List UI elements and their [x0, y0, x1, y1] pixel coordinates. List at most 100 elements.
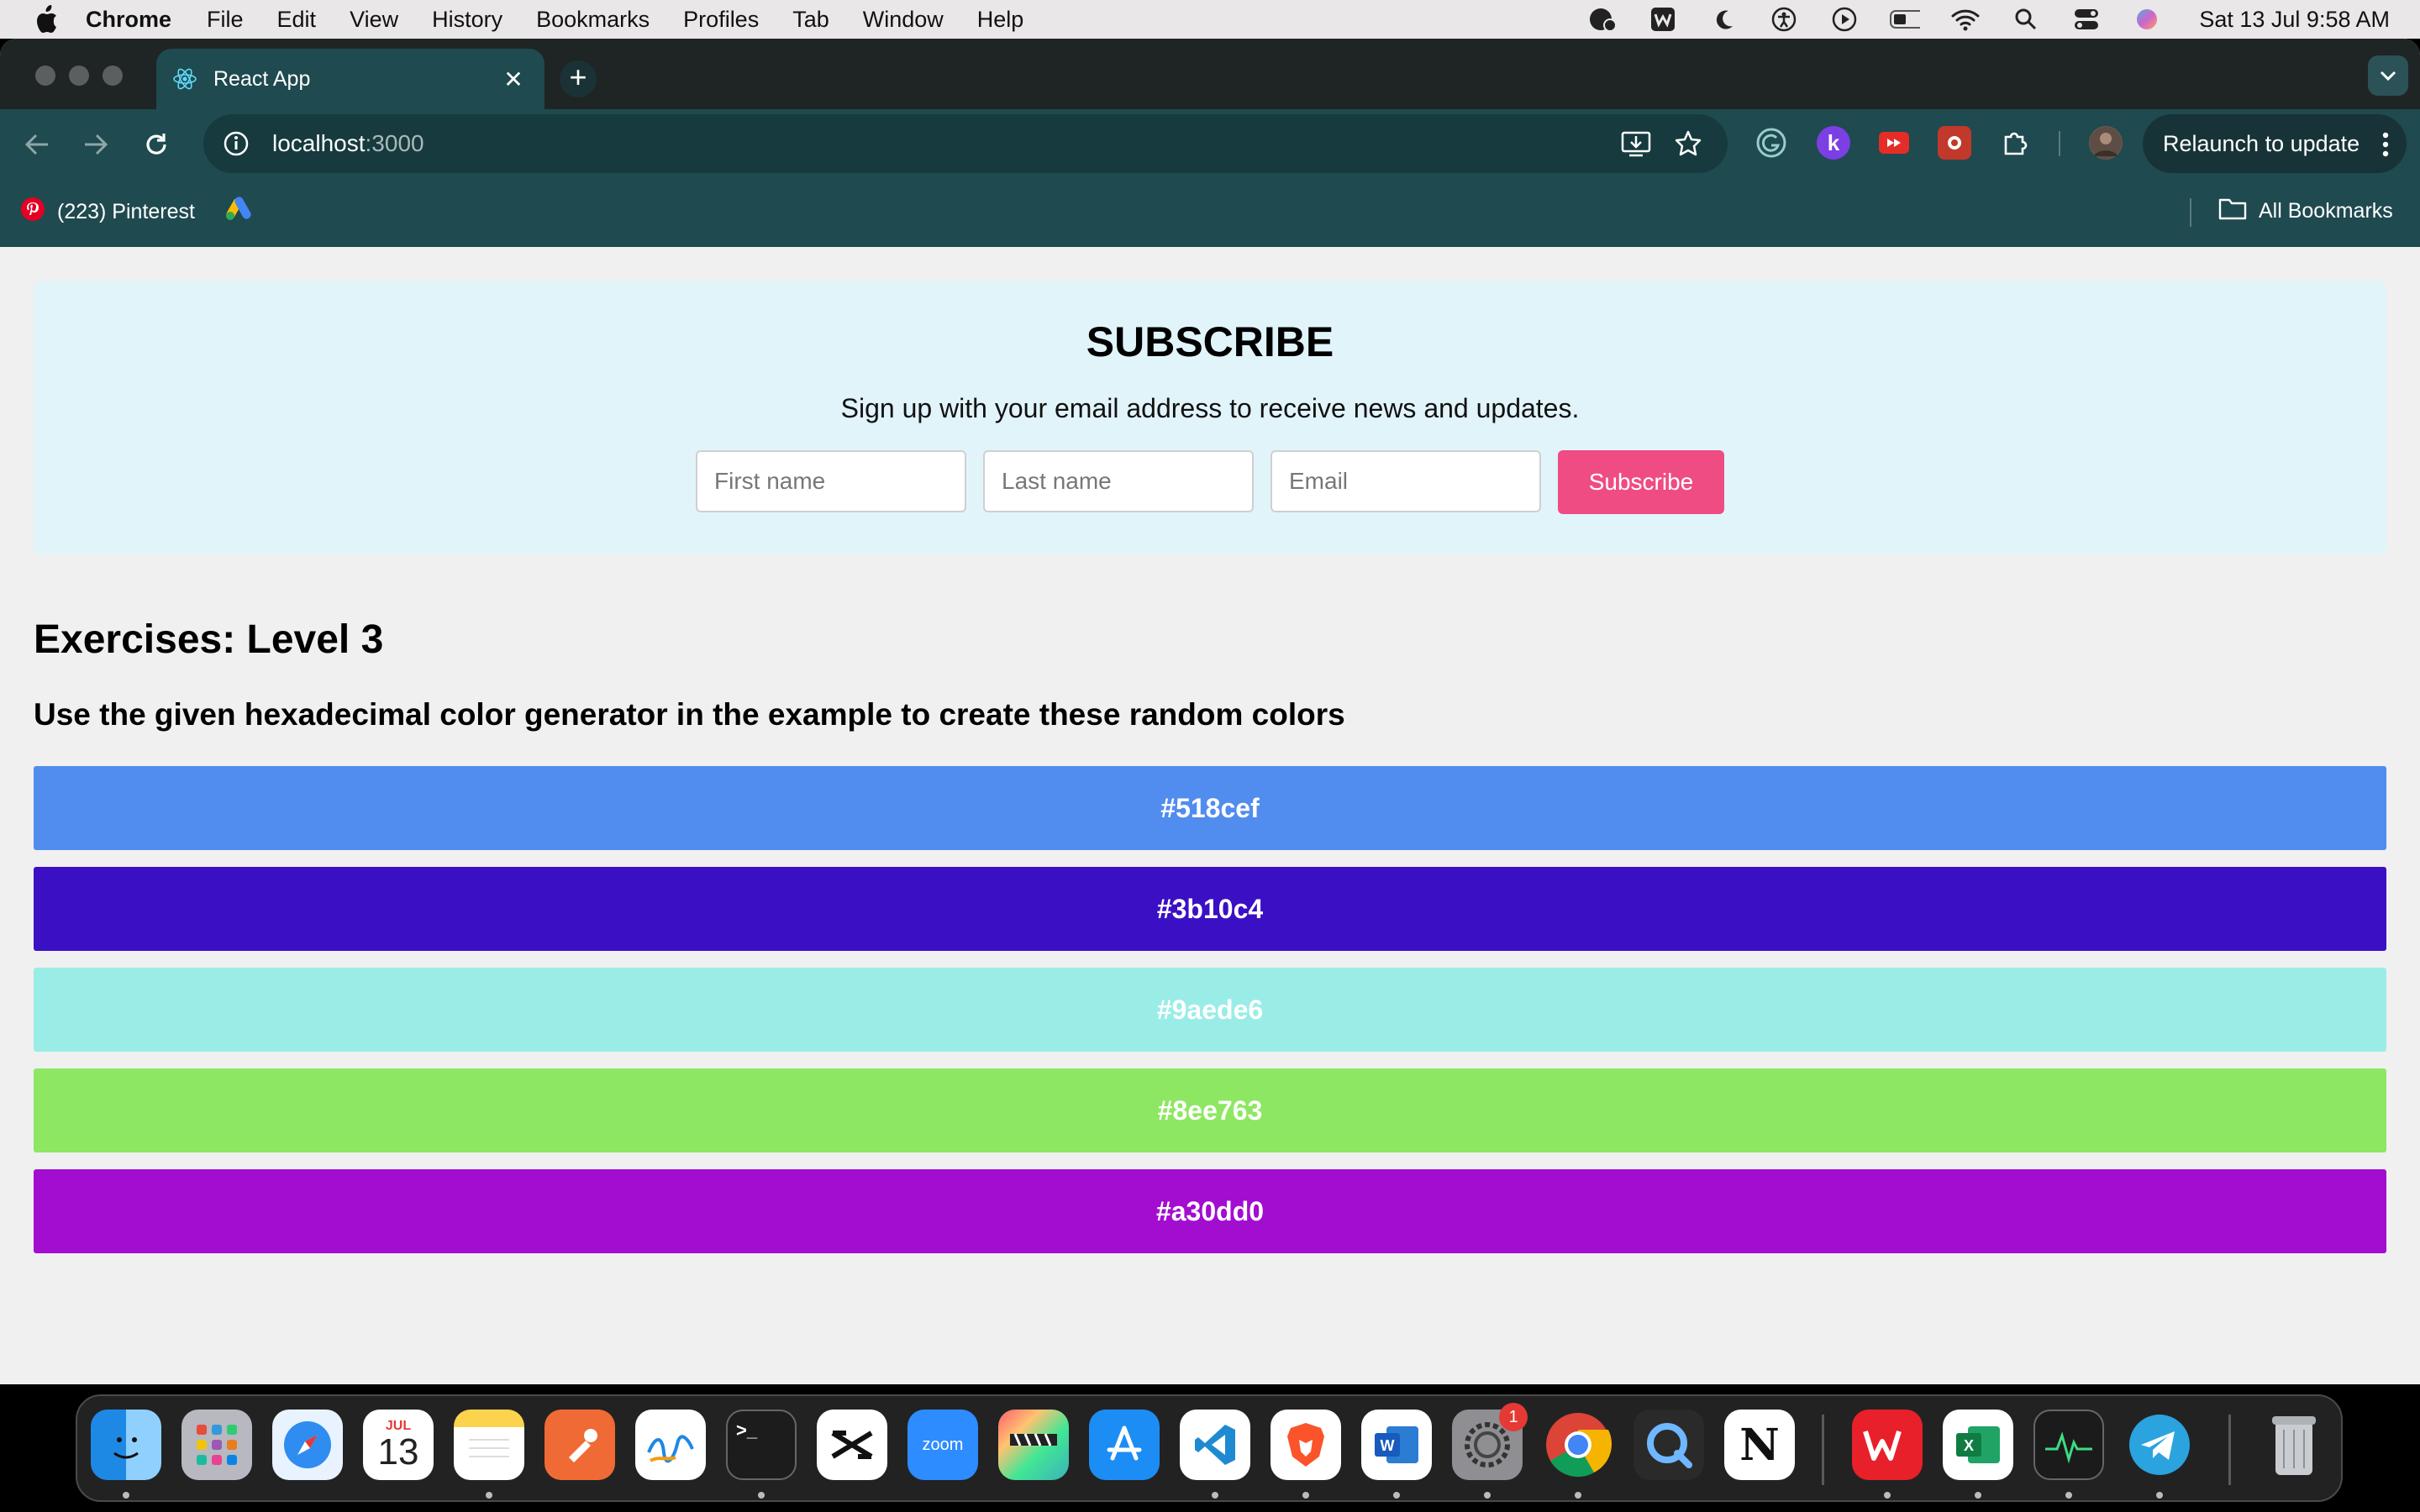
subscribe-button[interactable]: Subscribe: [1558, 450, 1724, 514]
zoom-icon[interactable]: zoom: [908, 1410, 978, 1480]
address-bar[interactable]: localhost:3000: [203, 114, 1728, 173]
final-cut-pro-icon[interactable]: [998, 1410, 1069, 1480]
menu-view[interactable]: View: [350, 7, 398, 33]
dock-running-dot: [1302, 1492, 1309, 1499]
battery-icon[interactable]: [1890, 6, 1921, 33]
extensions-puzzle-icon[interactable]: [1998, 126, 2032, 160]
last-name-input[interactable]: [983, 450, 1254, 512]
profile-avatar[interactable]: [2089, 126, 2123, 160]
all-bookmarks-label: All Bookmarks: [2259, 199, 2393, 223]
telegram-icon[interactable]: [2124, 1410, 2195, 1480]
launchpad-icon[interactable]: [182, 1410, 252, 1480]
finder-icon[interactable]: [91, 1410, 161, 1480]
dock-running-dot: [1212, 1492, 1218, 1499]
copilot-status-icon[interactable]: [1587, 6, 1618, 33]
exercise-description: Use the given hexadecimal color generato…: [34, 697, 1345, 732]
word-icon[interactable]: W: [1361, 1410, 1432, 1480]
menu-profiles[interactable]: Profiles: [683, 7, 759, 33]
bookmark-google-ads[interactable]: [225, 197, 252, 228]
new-tab-button[interactable]: +: [560, 60, 597, 97]
menu-tab[interactable]: Tab: [792, 7, 829, 33]
bookmark-pinterest[interactable]: (223) Pinterest: [20, 197, 195, 228]
subscribe-subtitle: Sign up with your email address to recei…: [840, 393, 1580, 423]
menu-app-name[interactable]: Chrome: [86, 7, 171, 33]
dock-running-dot: [1575, 1492, 1581, 1499]
dock-running-dot: [758, 1492, 765, 1499]
site-info-icon[interactable]: [220, 128, 252, 160]
bookmark-star-icon[interactable]: [1670, 126, 1706, 161]
menu-window[interactable]: Window: [863, 7, 944, 33]
subscribe-title: SUBSCRIBE: [1086, 318, 1334, 365]
menu-file[interactable]: File: [207, 7, 244, 33]
spotlight-search-icon[interactable]: [2011, 6, 2041, 33]
tab-title: React App: [213, 66, 311, 91]
app-store-icon[interactable]: [1089, 1410, 1160, 1480]
url-host: localhost: [272, 130, 366, 156]
tab-react-app[interactable]: React App ✕: [156, 49, 544, 109]
wps-office-icon[interactable]: [1852, 1410, 1923, 1480]
system-settings-icon[interactable]: 1: [1452, 1403, 1528, 1480]
toolbar-divider: [2059, 131, 2060, 156]
postman-icon[interactable]: [544, 1410, 615, 1480]
google-ads-icon: [225, 197, 252, 228]
tab-close-icon[interactable]: ✕: [501, 66, 526, 93]
reload-icon[interactable]: [138, 126, 175, 163]
red-extension-icon[interactable]: [1938, 126, 1971, 160]
grammarly-extension-icon[interactable]: [1754, 126, 1788, 160]
activity-monitor-icon[interactable]: [2033, 1410, 2104, 1480]
menu-history[interactable]: History: [432, 7, 502, 33]
window-minimize-button[interactable]: [69, 66, 89, 86]
tab-search-button[interactable]: [2368, 55, 2408, 96]
relaunch-to-update-button[interactable]: Relaunch to update: [2143, 114, 2407, 173]
menu-edit[interactable]: Edit: [277, 7, 317, 33]
browser-toolbar: localhost:3000 k Relaunch to update: [0, 109, 2420, 180]
excel-icon[interactable]: X: [1943, 1410, 2013, 1480]
brave-icon[interactable]: [1270, 1410, 1341, 1480]
chrome-icon[interactable]: [1543, 1410, 1613, 1480]
back-arrow-icon[interactable]: [18, 126, 55, 163]
notion-icon[interactable]: N: [1724, 1410, 1795, 1480]
notes-icon[interactable]: [454, 1410, 524, 1480]
window-zoom-button[interactable]: [103, 66, 123, 86]
freeform-icon[interactable]: [635, 1410, 706, 1480]
install-app-icon[interactable]: [1618, 126, 1654, 161]
color-list: #518cef #3b10c4 #9aede6 #8ee763 #a30dd0: [34, 766, 2386, 1270]
dock-running-dot: [486, 1492, 492, 1499]
wps-status-icon[interactable]: [1648, 6, 1678, 33]
more-menu-icon[interactable]: [2381, 131, 2390, 164]
quicktime-icon[interactable]: [1634, 1410, 1704, 1480]
dock-running-dot: [123, 1492, 129, 1499]
dock: JUL 13 >_ zoom W 1 N X: [76, 1394, 2343, 1502]
menu-help[interactable]: Help: [977, 7, 1024, 33]
moon-icon[interactable]: [1708, 6, 1739, 33]
wifi-icon[interactable]: [1950, 6, 1981, 33]
window-close-button[interactable]: [35, 66, 55, 86]
all-bookmarks-button[interactable]: All Bookmarks: [2218, 197, 2393, 226]
svg-text:W: W: [1381, 1437, 1395, 1454]
calendar-icon[interactable]: JUL 13: [363, 1410, 434, 1480]
menu-bookmarks[interactable]: Bookmarks: [536, 7, 650, 33]
color-row: #a30dd0: [34, 1169, 2386, 1253]
vscode-icon[interactable]: [1180, 1410, 1250, 1480]
bookmarks-bar: (223) Pinterest All Bookmarks: [0, 180, 2420, 247]
play-circle-icon[interactable]: [1829, 6, 1860, 33]
forward-arrow-icon[interactable]: [77, 126, 114, 163]
siri-icon[interactable]: [2132, 6, 2162, 33]
control-center-icon[interactable]: [2071, 6, 2102, 33]
apple-icon[interactable]: [32, 5, 60, 34]
dock-separator: [2228, 1415, 2231, 1485]
react-favicon-icon: [171, 66, 198, 92]
terminal-icon[interactable]: >_: [726, 1410, 797, 1480]
capcut-icon[interactable]: [817, 1410, 887, 1480]
calendar-day: 13: [377, 1431, 419, 1473]
page-content: SUBSCRIBE Sign up with your email addres…: [0, 247, 2420, 1384]
k-extension-icon[interactable]: k: [1817, 126, 1850, 160]
menubar-clock[interactable]: Sat 13 Jul 9:58 AM: [2199, 7, 2390, 33]
safari-icon[interactable]: [272, 1410, 343, 1480]
url-port: :3000: [365, 130, 424, 156]
first-name-input[interactable]: [696, 450, 966, 512]
accessibility-icon[interactable]: [1769, 6, 1799, 33]
youtube-extension-icon[interactable]: [1877, 126, 1911, 160]
email-input[interactable]: [1270, 450, 1541, 512]
trash-icon[interactable]: [2259, 1410, 2329, 1480]
